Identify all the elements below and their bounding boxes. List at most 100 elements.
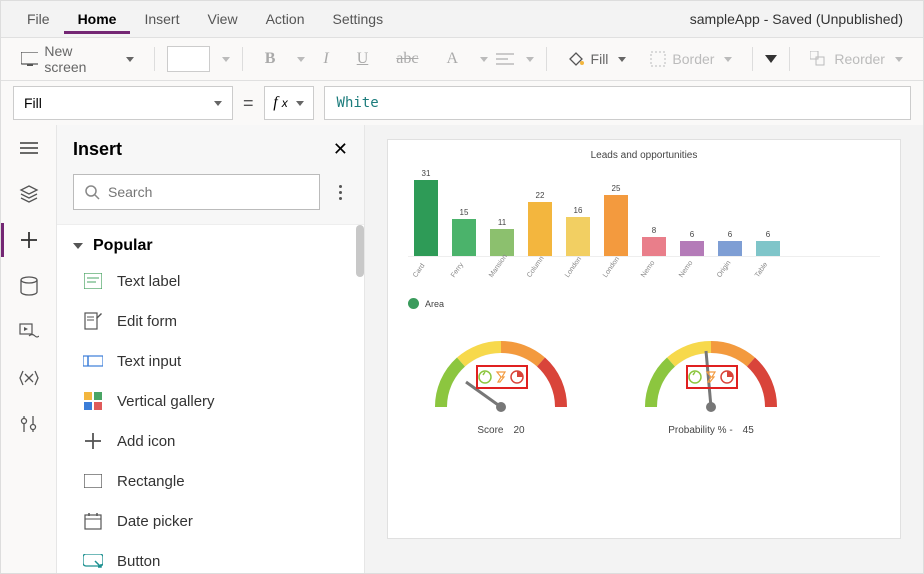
canvas-area: Leads and opportunities 3115112216258666… <box>365 125 923 573</box>
gallery-icon <box>83 391 103 411</box>
bar-chart-categories: CardFerryMansionColumnLondonLondonNemoNe… <box>408 257 880 282</box>
rail-insert[interactable] <box>18 229 40 251</box>
fill-button[interactable]: Fill <box>559 46 635 72</box>
menu-view[interactable]: View <box>193 5 251 33</box>
item-label: Rectangle <box>117 473 185 490</box>
fill-label: Fill <box>591 51 609 67</box>
border-icon <box>650 51 666 67</box>
rail-advanced[interactable] <box>18 413 40 435</box>
bar: 6 <box>754 230 782 256</box>
insert-add-icon[interactable]: Add icon <box>57 421 364 461</box>
item-label: Edit form <box>117 313 177 330</box>
gauge-label-text: Probability % - <box>668 425 732 436</box>
database-icon <box>20 276 38 296</box>
app-canvas[interactable]: Leads and opportunities 3115112216258666… <box>387 139 901 539</box>
close-icon[interactable]: ✕ <box>333 139 348 160</box>
variables-icon <box>19 369 39 387</box>
italic-button[interactable]: I <box>313 50 338 68</box>
menu-action[interactable]: Action <box>252 5 319 33</box>
more-options-icon[interactable] <box>332 185 348 200</box>
menu-file[interactable]: File <box>13 5 64 33</box>
insert-pane: Insert ✕ Popular Text label Edit form <box>57 125 365 573</box>
bar: 31 <box>412 169 440 256</box>
gauge-mini-icons <box>477 369 527 385</box>
search-icon <box>84 184 100 200</box>
theme-swatch[interactable] <box>167 46 210 72</box>
gauge-value: 45 <box>743 425 754 436</box>
legend-swatch <box>408 298 419 309</box>
item-label: Button <box>117 553 160 570</box>
font-color-button[interactable]: A <box>436 50 468 68</box>
insert-button[interactable]: Button <box>57 541 364 573</box>
insert-text-input[interactable]: Text input <box>57 341 364 381</box>
settings-sliders-icon <box>20 414 38 434</box>
new-screen-button[interactable]: New screen <box>13 39 142 79</box>
collapse-ribbon-icon[interactable] <box>765 55 777 63</box>
separator <box>242 47 243 71</box>
chevron-down-icon <box>126 57 134 62</box>
bar: 6 <box>678 230 706 256</box>
property-label: Fill <box>24 95 42 111</box>
border-button[interactable]: Border <box>642 47 740 71</box>
rail-tree-view[interactable] <box>18 183 40 205</box>
menu-insert[interactable]: Insert <box>130 5 193 33</box>
bar: 22 <box>526 191 554 256</box>
align-icon[interactable] <box>496 52 514 66</box>
media-icon <box>19 323 39 341</box>
chevron-down-icon <box>480 57 488 62</box>
insert-vertical-gallery[interactable]: Vertical gallery <box>57 381 364 421</box>
text-label-icon <box>83 271 103 291</box>
insert-list: Popular Text label Edit form Text input … <box>57 224 364 573</box>
rail-data[interactable] <box>18 275 40 297</box>
gauges-row: Score 20 <box>408 327 880 436</box>
insert-date-picker[interactable]: Date picker <box>57 501 364 541</box>
gauge-probability: Probability % - 45 <box>636 327 786 436</box>
bar: 8 <box>640 226 668 257</box>
bar: 25 <box>602 184 630 256</box>
paint-bucket-icon <box>567 50 585 68</box>
insert-edit-form[interactable]: Edit form <box>57 301 364 341</box>
gauge-score: Score 20 <box>426 327 576 436</box>
item-label: Date picker <box>117 513 193 530</box>
separator <box>789 47 790 71</box>
item-label: Text input <box>117 353 181 370</box>
search-input[interactable] <box>73 174 320 210</box>
rail-media[interactable] <box>18 321 40 343</box>
search-field[interactable] <box>108 184 309 200</box>
gauge-mini-icons <box>687 369 737 385</box>
rail-variables[interactable] <box>18 367 40 389</box>
insert-text-label[interactable]: Text label <box>57 261 364 301</box>
chevron-down-icon <box>214 101 222 106</box>
bar: 16 <box>564 206 592 256</box>
formula-input[interactable]: White <box>324 86 911 120</box>
menu-settings[interactable]: Settings <box>319 5 398 33</box>
item-label: Text label <box>117 273 180 290</box>
plus-icon <box>83 431 103 451</box>
chevron-down-icon <box>222 57 230 62</box>
group-popular[interactable]: Popular <box>57 225 364 261</box>
bar-chart: 3115112216258666 <box>408 167 880 257</box>
property-selector[interactable]: Fill <box>13 86 233 120</box>
reorder-icon <box>810 51 828 67</box>
chevron-down-icon <box>526 57 534 62</box>
item-label: Vertical gallery <box>117 393 215 410</box>
rail-hamburger[interactable] <box>18 137 40 159</box>
equals-sign: = <box>243 93 254 114</box>
pane-header: Insert ✕ <box>57 125 364 174</box>
border-label: Border <box>672 51 714 67</box>
bold-button[interactable]: B <box>255 50 286 68</box>
legend-label: Area <box>425 299 444 309</box>
menu-home[interactable]: Home <box>64 5 131 34</box>
fx-button[interactable]: fx <box>264 86 314 120</box>
separator <box>752 47 753 71</box>
chevron-down-icon <box>297 57 305 62</box>
scrollbar[interactable] <box>356 225 364 277</box>
strike-button[interactable]: abc <box>386 50 428 68</box>
underline-button[interactable]: U <box>347 50 379 68</box>
reorder-button[interactable]: Reorder <box>802 47 911 71</box>
separator <box>154 47 155 71</box>
text-input-icon <box>83 351 103 371</box>
pane-title: Insert <box>73 139 122 160</box>
chart-title: Leads and opportunities <box>408 150 880 161</box>
insert-rectangle[interactable]: Rectangle <box>57 461 364 501</box>
